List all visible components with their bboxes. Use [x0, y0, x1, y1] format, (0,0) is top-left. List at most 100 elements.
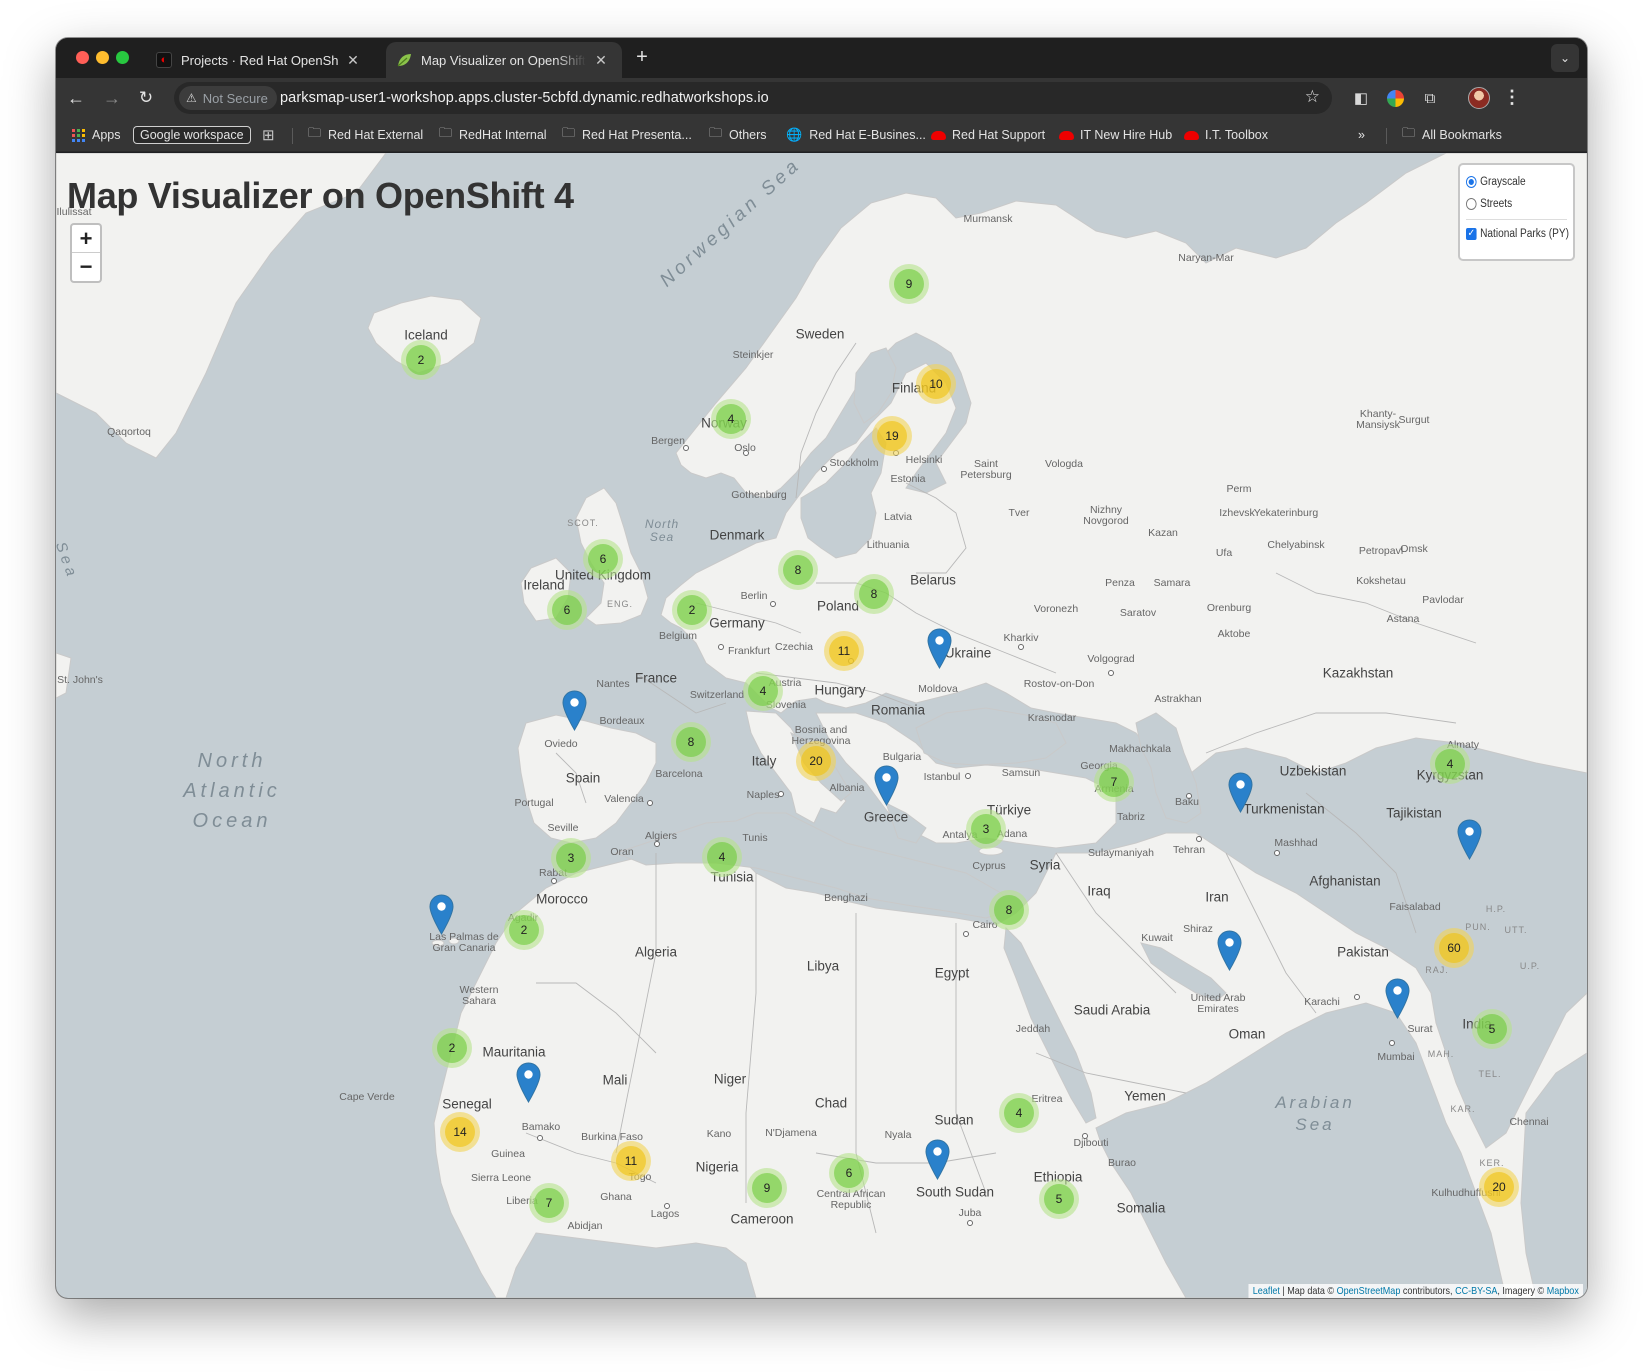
marker-cluster[interactable]: 19 — [872, 416, 912, 456]
extension-icon[interactable]: ◧ — [1350, 87, 1372, 109]
bookmark-google-workspace[interactable]: Google workspace — [133, 125, 251, 145]
layer-grayscale[interactable]: Grayscale — [1466, 171, 1555, 193]
cluster-count: 4 — [748, 676, 778, 706]
openstreetmap-link[interactable]: OpenStreetMap — [1336, 1285, 1400, 1297]
marker-cluster[interactable]: 8 — [778, 550, 818, 590]
forward-button[interactable]: → — [100, 86, 124, 110]
marker-cluster[interactable]: 8 — [671, 722, 711, 762]
bookmark-red-hat-external[interactable]: 🗀 Red Hat External — [308, 125, 423, 145]
marker-cluster[interactable]: 5 — [1039, 1179, 1079, 1219]
marker-cluster[interactable]: 8 — [854, 574, 894, 614]
tab-groups-icon[interactable]: ⊞ — [262, 125, 282, 145]
minimize-window-button[interactable] — [96, 51, 109, 64]
marker-cluster[interactable]: 2 — [432, 1028, 472, 1068]
leaflet-link[interactable]: Leaflet — [1253, 1285, 1280, 1297]
mapbox-link[interactable]: Mapbox — [1547, 1285, 1579, 1297]
marker-cluster[interactable]: 4 — [1430, 744, 1470, 784]
zoom-in-button[interactable]: + — [72, 225, 100, 253]
chrome-extension-icon[interactable] — [1384, 87, 1406, 109]
back-button[interactable]: ← — [64, 86, 88, 110]
marker-cluster[interactable]: 3 — [966, 809, 1006, 849]
marker-cluster[interactable]: 4 — [999, 1093, 1039, 1133]
profile-avatar[interactable] — [1468, 87, 1490, 109]
security-chip[interactable]: ⚠ Not Secure — [179, 86, 277, 110]
map-pin-icon[interactable] — [927, 628, 952, 669]
marker-cluster[interactable]: 5 — [1472, 1009, 1512, 1049]
tab-search-button[interactable]: ⌄ — [1551, 44, 1579, 72]
marker-cluster[interactable]: 20 — [1479, 1167, 1519, 1207]
layer-national-parks[interactable]: ✓ National Parks (PY) — [1466, 223, 1569, 245]
map-label: PUN. — [1465, 922, 1491, 932]
marker-cluster[interactable]: 9 — [889, 264, 929, 304]
reload-button[interactable]: ↻ — [134, 86, 158, 110]
close-window-button[interactable] — [76, 51, 89, 64]
radio-unselected[interactable] — [1466, 198, 1477, 210]
bookmark-star-icon[interactable]: ☆ — [1305, 87, 1320, 107]
map-label: Egypt — [934, 965, 970, 981]
tab-map-visualizer[interactable]: Map Visualizer on OpenShift 4 ✕ — [386, 42, 622, 78]
map-pin-icon[interactable] — [562, 690, 587, 731]
map-viewport[interactable]: IcelandSwedenFinlandNorwayEstoniaLatviaL… — [56, 153, 1587, 1298]
marker-cluster[interactable]: 60 — [1434, 928, 1474, 968]
marker-cluster[interactable]: 2 — [401, 340, 441, 380]
marker-cluster[interactable]: 6 — [583, 539, 623, 579]
map-pin-icon[interactable] — [925, 1139, 950, 1180]
map-pin-icon[interactable] — [1385, 978, 1410, 1019]
map-pin-icon[interactable] — [1457, 819, 1482, 860]
security-label: Not Secure — [202, 90, 268, 106]
new-tab-button[interactable]: + — [630, 46, 654, 70]
map-pin-icon[interactable] — [429, 894, 454, 935]
more-bookmarks-chevron-icon[interactable]: » — [1358, 125, 1365, 145]
bookmark-redhat-internal[interactable]: 🗀 RedHat Internal — [439, 125, 547, 145]
bookmark-red-hat-support[interactable]: Red Hat Support — [931, 125, 1045, 145]
bookmark-all-bookmarks[interactable]: 🗀 All Bookmarks — [1402, 125, 1502, 145]
map-pin-icon[interactable] — [874, 765, 899, 806]
cc-by-sa-link[interactable]: CC-BY-SA — [1455, 1285, 1497, 1297]
map-label: Barcelona — [655, 768, 703, 780]
address-bar[interactable]: ⚠ Not Secure parksmap-user1-workshop.app… — [174, 82, 1332, 114]
marker-cluster[interactable]: 4 — [702, 837, 742, 877]
marker-cluster[interactable]: 7 — [1094, 762, 1134, 802]
url-text[interactable]: parksmap-user1-workshop.apps.cluster-5cb… — [280, 90, 769, 106]
marker-cluster[interactable]: 2 — [672, 590, 712, 630]
layer-streets[interactable]: Streets — [1466, 193, 1555, 215]
marker-cluster[interactable]: 20 — [796, 741, 836, 781]
puzzle-icon[interactable]: ⧉ — [1419, 87, 1441, 109]
marker-cluster[interactable]: 14 — [440, 1112, 480, 1152]
marker-cluster[interactable]: 6 — [547, 590, 587, 630]
map-label: Valencia — [604, 793, 644, 805]
marker-cluster[interactable]: 11 — [611, 1141, 651, 1181]
bookmark-red-hat-ebusiness[interactable]: 🌐 Red Hat E-Busines... — [786, 125, 926, 145]
checkbox-checked[interactable]: ✓ — [1466, 228, 1477, 240]
map-pin-icon[interactable] — [516, 1062, 541, 1103]
close-icon[interactable]: ✕ — [346, 52, 360, 69]
marker-cluster[interactable]: 10 — [916, 364, 956, 404]
more-menu-icon[interactable]: ⋮ — [1503, 87, 1521, 107]
cluster-count: 2 — [437, 1033, 467, 1063]
zoom-out-button[interactable]: − — [72, 253, 100, 281]
marker-cluster[interactable]: 7 — [529, 1183, 569, 1223]
marker-cluster[interactable]: 4 — [711, 399, 751, 439]
radio-selected[interactable] — [1466, 176, 1477, 188]
marker-cluster[interactable]: 4 — [743, 671, 783, 711]
map-pin-icon[interactable] — [1228, 772, 1253, 813]
bookmark-red-hat-presentations[interactable]: 🗀 Red Hat Presenta... — [562, 125, 692, 145]
marker-cluster[interactable]: 8 — [989, 890, 1029, 930]
marker-cluster[interactable]: 6 — [829, 1153, 869, 1193]
map-pin-icon[interactable] — [1217, 930, 1242, 971]
bookmark-others[interactable]: 🗀 Others — [709, 125, 767, 145]
map-label: Nantes — [596, 678, 630, 690]
map-label: Sulaymaniyah — [1088, 847, 1154, 859]
marker-cluster[interactable]: 2 — [504, 910, 544, 950]
tab-openshift-projects[interactable]: ◐ Projects · Red Hat OpenShift ✕ — [146, 42, 374, 78]
cluster-count: 4 — [1435, 749, 1465, 779]
marker-cluster[interactable]: 11 — [824, 631, 864, 671]
marker-cluster[interactable]: 9 — [747, 1168, 787, 1208]
zoom-window-button[interactable] — [116, 51, 129, 64]
close-icon[interactable]: ✕ — [594, 52, 608, 69]
bookmark-apps[interactable]: Apps — [72, 125, 121, 145]
map-label: Saudi Arabia — [1073, 1002, 1151, 1018]
bookmark-it-new-hire-hub[interactable]: IT New Hire Hub — [1059, 125, 1172, 145]
marker-cluster[interactable]: 3 — [551, 838, 591, 878]
bookmark-it-toolbox[interactable]: I.T. Toolbox — [1184, 125, 1268, 145]
